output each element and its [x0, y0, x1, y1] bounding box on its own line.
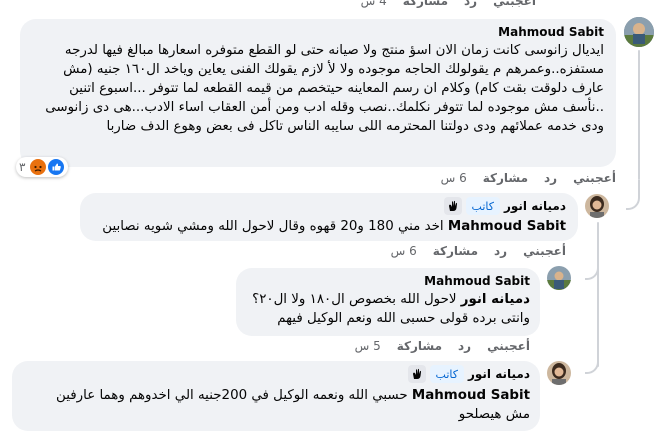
author-badge: كاتب: [429, 365, 464, 383]
comment-actions: أعجبني رد مشاركة 6 س: [391, 244, 566, 258]
like-reaction-icon: [48, 159, 65, 175]
avatar[interactable]: [547, 361, 571, 385]
avatar[interactable]: [585, 194, 609, 218]
avatar-image: [585, 194, 609, 218]
share-button[interactable]: مشاركة: [397, 339, 442, 353]
author-wave-icon: [407, 365, 426, 383]
reply-button[interactable]: رد: [544, 171, 557, 185]
thread-line: [638, 50, 640, 180]
mention-link[interactable]: Mahmoud Sabit: [412, 388, 530, 403]
comment-text: مش هيصلحو: [458, 407, 530, 422]
timestamp[interactable]: 5 س: [355, 339, 381, 353]
like-button[interactable]: أعجبني: [487, 339, 530, 353]
avatar[interactable]: [547, 266, 571, 290]
angry-reaction-icon: [30, 159, 47, 175]
thread-connector: [626, 180, 640, 210]
comment-author[interactable]: دميانه انور: [468, 366, 530, 382]
avatar-image: [547, 266, 571, 290]
thread-connector: [585, 352, 599, 374]
like-button[interactable]: أعجبني: [493, 0, 536, 8]
reaction-count: ٣: [19, 160, 26, 174]
timestamp[interactable]: 6 س: [441, 171, 467, 185]
like-button[interactable]: أعجبني: [573, 171, 616, 185]
like-button[interactable]: أعجبني: [523, 244, 566, 258]
share-button[interactable]: مشاركة: [483, 171, 528, 185]
share-button[interactable]: مشاركة: [403, 0, 448, 8]
comment-header: دميانه انور كاتب: [90, 197, 566, 215]
comment-actions: أعجبني رد مشاركة 6 س: [441, 171, 616, 185]
comment-text: Mahmoud Sabit اخد مني 180 و20 قهوه وقال …: [90, 217, 566, 236]
timestamp[interactable]: 4 س: [361, 0, 387, 8]
author-wave-icon: [443, 197, 462, 215]
reply-button[interactable]: رد: [458, 339, 471, 353]
comment-text: ايديال زانوسى كانت زمان الان اسؤ منتج ول…: [40, 43, 604, 134]
comment-body: اخد مني 180 و20 قهوه وقال لاحول الله ومش…: [102, 219, 444, 234]
avatar-image: [547, 361, 571, 385]
comment-actions: أعجبني رد مشاركة 4 س: [361, 0, 536, 8]
reply-button[interactable]: رد: [494, 244, 507, 258]
comment-header: دميانه انور كاتب: [22, 365, 530, 383]
comment-author[interactable]: دميانه انور: [504, 198, 566, 214]
comment-bubble: Mahmoud Sabit دميانه انور لاحول الله بخص…: [236, 268, 540, 336]
comment-bubble: Mahmoud Sabit ايديال زانوسى كانت زمان ال…: [20, 19, 616, 167]
mention-link[interactable]: Mahmoud Sabit: [448, 219, 566, 234]
author-badge: كاتب: [465, 197, 500, 215]
thread-line: [597, 222, 599, 367]
comment-bubble: دميانه انور كاتب Mahmoud Sabit حسبي الله…: [12, 361, 540, 431]
comment-bubble: دميانه انور كاتب Mahmoud Sabit اخد مني 1…: [80, 193, 578, 241]
comment-body: حسبي الله ونعمه الوكيل في 200جنيه الي اخ…: [56, 388, 408, 403]
avatar-image: [624, 17, 654, 47]
reply-button[interactable]: رد: [464, 0, 477, 8]
avatar[interactable]: [624, 17, 654, 47]
comment-actions: أعجبني رد مشاركة 5 س: [355, 339, 530, 353]
comment-author[interactable]: Mahmoud Sabit: [246, 273, 530, 289]
comment-text: وانتى برده قولى حسبى الله ونعم الوكيل في…: [277, 311, 530, 326]
comment-author[interactable]: Mahmoud Sabit: [30, 24, 604, 40]
mention-link[interactable]: دميانه انور: [461, 292, 530, 307]
reaction-summary[interactable]: ٣: [16, 157, 69, 177]
comment-body: لاحول الله بخصوص ال١٨٠ ولا ال٢٠؟: [252, 292, 457, 307]
timestamp[interactable]: 6 س: [391, 244, 417, 258]
comment-text: دميانه انور لاحول الله بخصوص ال١٨٠ ولا ا…: [246, 290, 530, 309]
comment-text: Mahmoud Sabit حسبي الله ونعمه الوكيل في …: [22, 386, 530, 405]
share-button[interactable]: مشاركة: [433, 244, 478, 258]
